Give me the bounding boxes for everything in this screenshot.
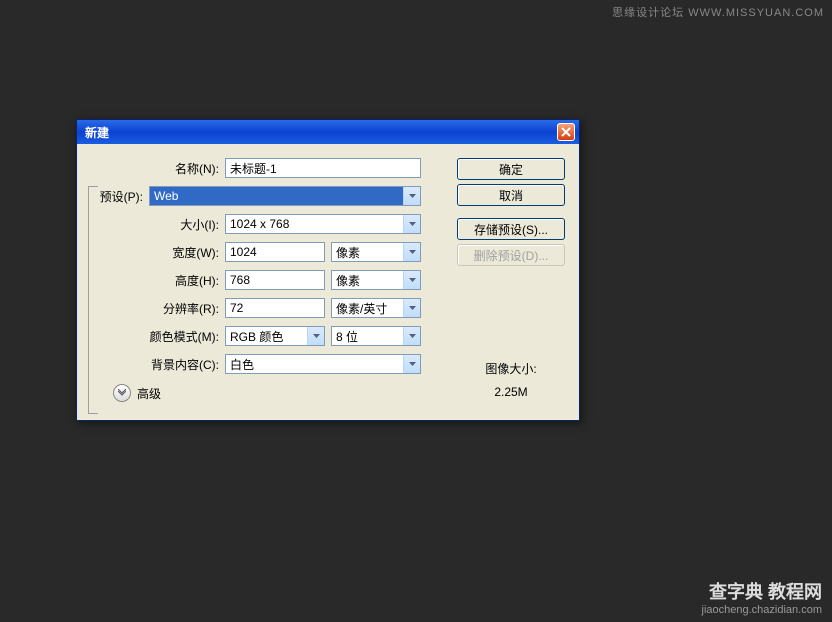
label-advanced: 高级 [137, 385, 161, 402]
height-input[interactable] [225, 270, 325, 290]
resolution-unit-value: 像素/英寸 [332, 300, 403, 317]
dialog-title: 新建 [85, 124, 557, 141]
colormode-combo[interactable]: RGB 颜色 [225, 326, 325, 346]
width-unit-value: 像素 [332, 244, 403, 261]
chevron-down-icon [403, 355, 420, 373]
label-resolution: 分辨率(R): [91, 300, 225, 317]
label-colormode: 颜色模式(M): [91, 328, 225, 345]
label-name: 名称(N): [91, 160, 225, 177]
image-size-info: 图像大小: 2.25M [457, 360, 565, 399]
row-resolution: 分辨率(R): 像素/英寸 [91, 298, 443, 318]
resolution-input[interactable] [225, 298, 325, 318]
row-name: 名称(N): [91, 158, 443, 178]
size-combo[interactable]: 1024 x 768 [225, 214, 421, 234]
form-column: 名称(N): 预设(P): Web 大小(I): 1024 x 768 宽度(W… [91, 158, 443, 402]
row-width: 宽度(W): 像素 [91, 242, 443, 262]
resolution-unit-combo[interactable]: 像素/英寸 [331, 298, 421, 318]
ok-button[interactable]: 确定 [457, 158, 565, 180]
chevron-down-icon [403, 215, 420, 233]
row-size: 大小(I): 1024 x 768 [91, 214, 443, 234]
width-unit-combo[interactable]: 像素 [331, 242, 421, 262]
chevron-down-icon [403, 327, 420, 345]
preset-combo[interactable]: Web [149, 186, 421, 206]
colormode-value: RGB 颜色 [226, 328, 307, 345]
button-column: 确定 取消 存储预设(S)... 删除预设(D)... 图像大小: 2.25M [457, 158, 565, 402]
row-height: 高度(H): 像素 [91, 270, 443, 290]
height-unit-value: 像素 [332, 272, 403, 289]
image-size-value: 2.25M [457, 385, 565, 399]
width-input[interactable] [225, 242, 325, 262]
size-value: 1024 x 768 [226, 217, 403, 231]
preset-value: Web [150, 189, 403, 203]
label-background: 背景内容(C): [91, 356, 225, 373]
row-preset: 预设(P): Web [91, 186, 443, 206]
background-value: 白色 [226, 356, 403, 373]
new-document-dialog: 新建 名称(N): 预设(P): Web 大小(I): 1024 x 768 [76, 119, 580, 421]
chevron-down-icon [403, 299, 420, 317]
chevron-down-icon [307, 327, 324, 345]
label-preset: 预设(P): [91, 188, 149, 205]
colordepth-value: 8 位 [332, 328, 403, 345]
row-advanced: 高级 [113, 384, 443, 402]
row-background: 背景内容(C): 白色 [91, 354, 443, 374]
watermark-bottom: 查字典 教程网 jiaocheng.chazidian.com [702, 578, 822, 616]
height-unit-combo[interactable]: 像素 [331, 270, 421, 290]
titlebar[interactable]: 新建 [77, 120, 579, 144]
chevron-down-icon [403, 243, 420, 261]
colordepth-combo[interactable]: 8 位 [331, 326, 421, 346]
label-width: 宽度(W): [91, 244, 225, 261]
label-height: 高度(H): [91, 272, 225, 289]
row-colormode: 颜色模式(M): RGB 颜色 8 位 [91, 326, 443, 346]
chevron-down-icon [403, 187, 420, 205]
watermark-bottom-line2: jiaocheng.chazidian.com [702, 604, 822, 616]
watermark-bottom-line1: 查字典 教程网 [702, 578, 822, 604]
image-size-label: 图像大小: [457, 360, 565, 377]
watermark-top: 思缘设计论坛 WWW.MISSYUAN.COM [612, 4, 824, 20]
advanced-expand-button[interactable] [113, 384, 131, 402]
save-preset-button[interactable]: 存储预设(S)... [457, 218, 565, 240]
close-button[interactable] [557, 123, 575, 141]
delete-preset-button: 删除预设(D)... [457, 244, 565, 266]
background-combo[interactable]: 白色 [225, 354, 421, 374]
chevron-down-icon [403, 271, 420, 289]
label-size: 大小(I): [91, 216, 225, 233]
name-input[interactable] [225, 158, 421, 178]
dialog-body: 名称(N): 预设(P): Web 大小(I): 1024 x 768 宽度(W… [77, 144, 579, 420]
cancel-button[interactable]: 取消 [457, 184, 565, 206]
preset-group-bracket [88, 186, 98, 414]
